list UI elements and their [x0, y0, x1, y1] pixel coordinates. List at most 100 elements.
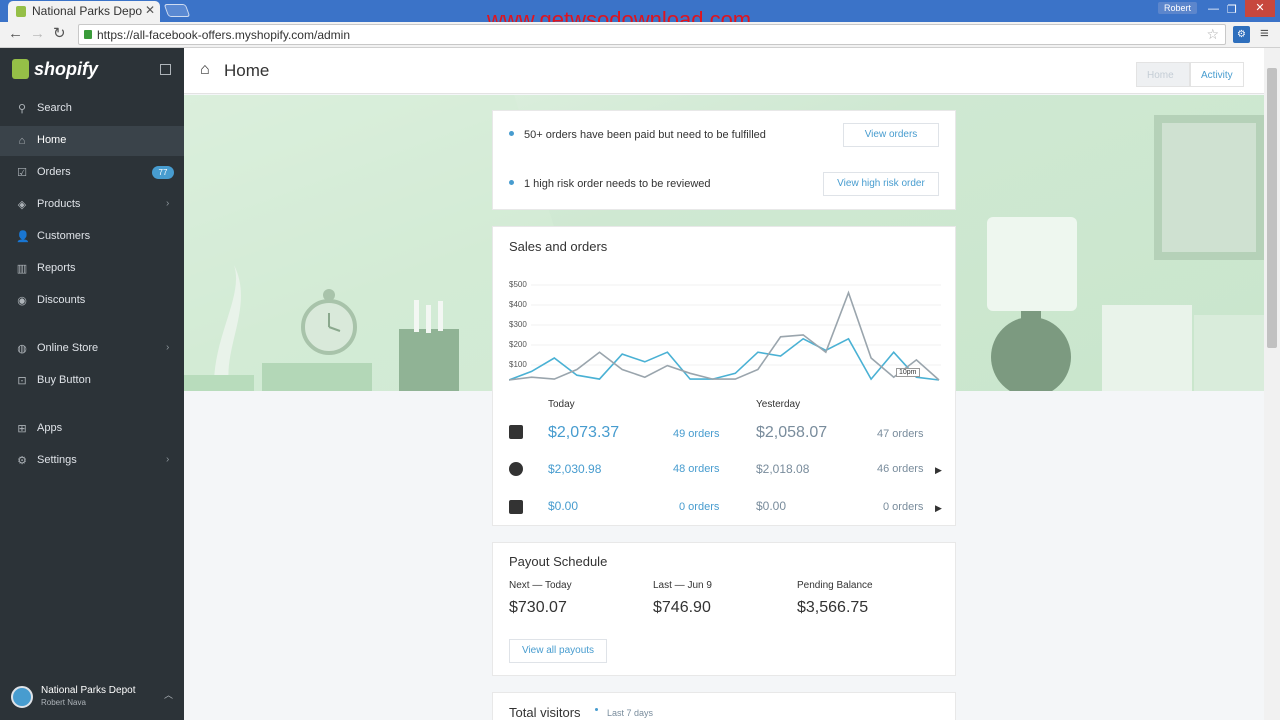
sales-title: Sales and orders: [509, 239, 608, 254]
sidebar-item-customers[interactable]: 👤 Customers: [0, 222, 184, 252]
shopify-logo[interactable]: shopify: [12, 59, 98, 80]
view-orders-button[interactable]: View orders: [843, 123, 939, 147]
yesterday-orders: 47 orders: [877, 428, 924, 440]
back-icon[interactable]: ←: [8, 26, 23, 42]
tag-icon: ◈: [17, 199, 27, 211]
buy-button-today-orders-link[interactable]: 0 orders: [679, 501, 719, 513]
chevron-right-icon: ›: [166, 342, 170, 353]
store-user: Robert Nava: [41, 698, 86, 707]
view-high-risk-order-button[interactable]: View high risk order: [823, 172, 939, 196]
bookmark-star-icon[interactable]: ☆: [1206, 26, 1219, 43]
sidebar-item-buy-button[interactable]: ⊡ Buy Button: [0, 366, 184, 396]
code-channel-icon: [509, 500, 523, 514]
sidebar-item-orders[interactable]: ☑ Orders 77: [0, 158, 184, 188]
sidebar-item-label: Buy Button: [37, 374, 91, 386]
external-link-icon[interactable]: [160, 64, 171, 75]
tab-home[interactable]: Home: [1136, 62, 1190, 87]
lock-icon: [84, 30, 92, 39]
extension-icon[interactable]: ⚙: [1233, 26, 1250, 43]
sidebar-item-discounts[interactable]: ◉ Discounts: [0, 286, 184, 316]
sidebar-item-label: Home: [37, 134, 67, 146]
home-icon: ⌂: [200, 61, 210, 78]
page-header: ⌂ Home Home Activity: [184, 48, 1264, 94]
globe-channel-icon: [509, 462, 523, 476]
page-title: Home: [224, 61, 270, 80]
chevron-right-icon: ›: [166, 198, 170, 209]
home-icon: ⌂: [18, 135, 26, 147]
today-orders-link[interactable]: 49 orders: [673, 428, 719, 440]
discount-icon: ◉: [17, 295, 27, 307]
scrollbar-thumb[interactable]: [1267, 68, 1277, 348]
sidebar-item-products[interactable]: ◈ Products ›: [0, 190, 184, 220]
globe-icon: ◍: [17, 343, 27, 355]
browser-toolbar: ← → ↻ https://all-facebook-offers.myshop…: [0, 22, 1280, 48]
tab-title: National Parks Depo: [32, 4, 143, 18]
sidebar-item-label: Discounts: [37, 294, 86, 306]
next-payout-label: Next — Today: [509, 580, 572, 591]
chevron-right-icon[interactable]: ▶: [935, 465, 942, 476]
payout-schedule-card: Payout Schedule Next — Today $730.07 Las…: [492, 542, 956, 676]
visitors-subtitle: Last 7 days: [607, 708, 654, 718]
next-payout-value: $730.07: [509, 599, 567, 616]
sidebar-item-search[interactable]: ⚲ Search: [0, 94, 184, 124]
close-tab-icon[interactable]: ✕: [145, 3, 155, 17]
alert-unfulfilled: 50+ orders have been paid but need to be…: [509, 129, 766, 141]
minimize-icon[interactable]: —: [1208, 3, 1219, 15]
last-payout-value: $746.90: [653, 599, 711, 616]
orders-count-badge: 77: [152, 166, 174, 179]
chevron-right-icon[interactable]: ▶: [935, 503, 942, 514]
bullet-dot-icon: [509, 131, 514, 136]
visitors-title: Total visitors: [509, 705, 581, 720]
bar-chart-icon: ▥: [16, 263, 28, 275]
sidebar-item-settings[interactable]: ⚙ Settings ›: [0, 446, 184, 476]
payout-title: Payout Schedule: [509, 554, 608, 569]
browser-tab[interactable]: National Parks Depo ✕: [8, 1, 160, 22]
sidebar-item-apps[interactable]: ⊞ Apps: [0, 414, 184, 444]
chart-tooltip: 10pm: [896, 368, 920, 377]
code-icon: ⊡: [17, 375, 27, 387]
store-switcher[interactable]: National Parks Depot Robert Nava ︿: [0, 678, 184, 718]
search-icon: ⚲: [17, 103, 27, 115]
sidebar: shopify ⚲ Search ⌂ Home ☑ Orders 77 ◈ Product…: [0, 48, 184, 720]
sidebar-item-label: Apps: [37, 422, 63, 434]
chevron-up-icon: ︿: [164, 690, 174, 700]
forward-icon[interactable]: →: [30, 26, 45, 42]
store-name: National Parks Depot: [41, 685, 136, 696]
alert-text: 50+ orders have been paid but need to be…: [524, 129, 766, 141]
buy-button-yesterday-orders: 0 orders: [883, 501, 924, 513]
address-bar[interactable]: https://all-facebook-offers.myshopify.co…: [78, 24, 1226, 45]
browser-menu-icon[interactable]: ≡: [1260, 25, 1269, 42]
yesterday-column-label: Yesterday: [756, 399, 801, 410]
new-tab-button[interactable]: [163, 4, 191, 17]
browser-titlebar: National Parks Depo ✕ www.getwsodownload…: [0, 0, 1280, 32]
sidebar-item-reports[interactable]: ▥ Reports: [0, 254, 184, 284]
sidebar-item-online-store[interactable]: ◍ Online Store ›: [0, 334, 184, 364]
shopify-bag-icon: [12, 59, 29, 79]
sidebar-item-label: Customers: [37, 230, 91, 242]
buy-button-yesterday-total: $0.00: [756, 499, 787, 513]
sales-line-chart[interactable]: [509, 283, 941, 383]
window-close-icon[interactable]: ✕: [1245, 0, 1275, 17]
orders-icon: ☑: [17, 167, 27, 179]
reload-icon[interactable]: ↻: [53, 26, 66, 42]
series-line-1: [509, 290, 940, 381]
customers-icon: 👤: [16, 231, 30, 243]
apps-icon: ⊞: [17, 423, 27, 435]
maximize-icon[interactable]: ❐: [1227, 3, 1237, 16]
pending-balance-label: Pending Balance: [797, 580, 873, 591]
view-all-payouts-button[interactable]: View all payouts: [509, 639, 607, 663]
pending-balance-value: $3,566.75: [797, 599, 869, 616]
tab-activity[interactable]: Activity: [1190, 62, 1244, 87]
yesterday-total: $2,058.07: [756, 424, 828, 441]
sidebar-item-label: Reports: [37, 262, 76, 274]
bullet-dot-icon: [509, 180, 514, 185]
buy-button-today-total: $0.00: [548, 499, 579, 513]
browser-user-chip[interactable]: Robert: [1158, 2, 1198, 14]
online-store-yesterday-total: $2,018.08: [756, 462, 810, 476]
online-store-yesterday-orders: 46 orders: [877, 463, 924, 475]
today-column-label: Today: [548, 399, 575, 410]
sidebar-item-label: Online Store: [37, 342, 99, 354]
online-store-today-orders-link[interactable]: 48 orders: [673, 463, 719, 475]
gear-icon: ⚙: [17, 455, 27, 467]
sidebar-item-home[interactable]: ⌂ Home: [0, 126, 184, 156]
